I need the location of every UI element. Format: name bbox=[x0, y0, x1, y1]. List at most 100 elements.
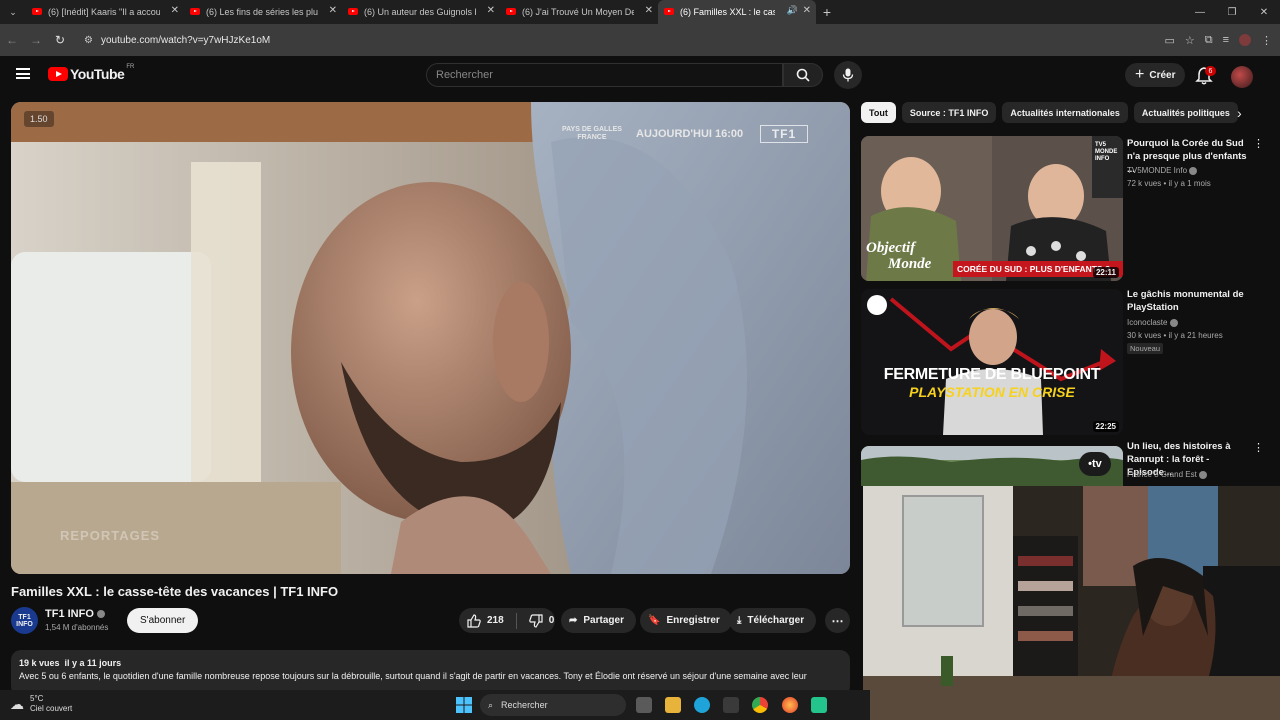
chip-all[interactable]: Tout bbox=[861, 102, 896, 123]
reportages-watermark: REPORTAGES bbox=[60, 528, 161, 543]
download-button[interactable]: ⤓ Télécharger bbox=[729, 608, 817, 633]
share-button[interactable]: ➦ Partager bbox=[561, 608, 636, 633]
cloud-icon: ☁ bbox=[10, 696, 24, 712]
url-text: youtube.com/watch?v=y7wHJzKe1oM bbox=[100, 34, 271, 46]
logo-text: YouTube bbox=[70, 66, 125, 82]
related-thumbnail[interactable]: FERMETURE DE BLUEPOINT PLAYSTATION EN CR… bbox=[861, 289, 1123, 435]
bookmark-star-icon[interactable]: ☆ bbox=[1185, 34, 1195, 47]
related-menu-icon[interactable]: ⋮ bbox=[1253, 137, 1264, 150]
close-tab-icon[interactable]: ✕ bbox=[329, 5, 337, 16]
subscribe-button[interactable]: S'abonner bbox=[127, 608, 199, 633]
chrome-icon[interactable] bbox=[752, 697, 768, 713]
minimize-icon[interactable]: — bbox=[1184, 7, 1216, 18]
speaker-icon[interactable]: 🔊 bbox=[787, 5, 798, 16]
youtube-favicon-icon bbox=[32, 8, 42, 15]
temperature: 5°C bbox=[30, 694, 44, 703]
browser-tab[interactable]: (6) Un auteur des Guignols bala ✕ bbox=[342, 0, 500, 24]
youtube-favicon-icon bbox=[348, 8, 358, 15]
chip-source[interactable]: Source : TF1 INFO bbox=[901, 102, 997, 123]
cast-icon[interactable]: ▭ bbox=[1164, 34, 1174, 47]
duration-badge: 22:25 bbox=[1092, 421, 1119, 432]
related-channel[interactable]: Iconoclaste bbox=[1127, 316, 1178, 329]
site-info-icon[interactable]: ⚙ bbox=[84, 35, 93, 46]
broadcast-time: AUJOURD'HUI 16:00 bbox=[636, 128, 744, 140]
close-tab-icon[interactable]: ✕ bbox=[803, 5, 811, 16]
like-count[interactable]: 218 bbox=[487, 615, 504, 626]
menu-hamburger-icon[interactable] bbox=[16, 68, 30, 79]
maximize-icon[interactable]: ❐ bbox=[1216, 7, 1248, 18]
browser-menu-icon[interactable]: ⋮ bbox=[1261, 34, 1272, 47]
subscriber-count: 1,54 M d'abonnés bbox=[45, 623, 109, 632]
divider bbox=[515, 612, 517, 629]
channel-avatar[interactable]: TF1 INFO bbox=[11, 607, 38, 634]
browser-tab[interactable]: (6) [Inédit] Kaaris "Il a accouché ✕ bbox=[26, 0, 184, 24]
create-button[interactable]: + Créer bbox=[1125, 63, 1186, 87]
thumbnail-subheadline: PLAYSTATION EN CRISE bbox=[909, 384, 1075, 400]
forward-icon[interactable]: → bbox=[24, 33, 48, 47]
playback-speed-overlay: 1.50 bbox=[24, 111, 54, 127]
related-channel-name: France 3 Grand Est bbox=[1127, 470, 1197, 479]
close-tab-icon[interactable]: ✕ bbox=[487, 5, 495, 16]
weather-widget[interactable]: ☁ 5°C Ciel couvert bbox=[10, 694, 72, 714]
weather-text: 5°C Ciel couvert bbox=[30, 694, 72, 714]
windows-start-icon[interactable] bbox=[456, 697, 472, 713]
browser-tab-active[interactable]: (6) Familles XXL : le casse-tê 🔊 ✕ bbox=[658, 0, 816, 24]
save-label: Enregistrer bbox=[666, 615, 720, 626]
back-icon[interactable]: ← bbox=[0, 33, 24, 47]
chip-political-news[interactable]: Actualités politiques bbox=[1133, 102, 1238, 123]
youtube-favicon-icon bbox=[506, 8, 516, 15]
tv5-logo: TV5 MONDE INFO bbox=[1095, 142, 1118, 162]
notification-badge: 6 bbox=[1205, 66, 1216, 76]
account-avatar[interactable] bbox=[1231, 66, 1253, 88]
related-title[interactable]: Le gâchis monumental de PlayStation bbox=[1127, 288, 1247, 314]
broadcast-tag: PAYS DE GALLES FRANCE bbox=[562, 126, 622, 142]
related-channel[interactable]: TV5MONDE Info bbox=[1127, 164, 1198, 177]
filter-chips: Tout Source : TF1 INFO Actualités intern… bbox=[861, 102, 1238, 123]
search-icon bbox=[796, 68, 810, 82]
related-thumbnail[interactable]: Objectif Monde CORÉE DU SUD : PLUS D'ENFA… bbox=[861, 136, 1123, 281]
close-tab-icon[interactable]: ✕ bbox=[645, 5, 653, 16]
task-view-icon[interactable] bbox=[636, 697, 652, 713]
url-field[interactable]: ⚙ youtube.com/watch?v=y7wHJzKe1oM bbox=[76, 29, 1096, 51]
channel-name[interactable]: TF1 INFO bbox=[45, 608, 105, 620]
description-text: Avec 5 ou 6 enfants, le quotidien d'une … bbox=[19, 671, 807, 681]
media-control-icon[interactable]: ≡ bbox=[1223, 34, 1229, 46]
browser-tab[interactable]: (6) J'ai Trouvé Un Moyen De Re ✕ bbox=[500, 0, 658, 24]
window-controls: — ❐ ✕ bbox=[1184, 0, 1280, 24]
chevron-right-icon[interactable]: › bbox=[1237, 105, 1253, 121]
related-menu-icon[interactable]: ⋮ bbox=[1253, 441, 1264, 454]
upload-date: il y a 11 jours bbox=[64, 658, 122, 668]
save-button[interactable]: 🔖 Enregistrer bbox=[640, 608, 732, 633]
youtube-logo[interactable]: YouTube FR bbox=[48, 64, 134, 82]
chip-international-news[interactable]: Actualités internationales bbox=[1002, 102, 1128, 123]
broadcast-tag-line1: PAYS DE GALLES bbox=[562, 126, 622, 133]
video-player[interactable] bbox=[11, 102, 850, 574]
channel-name-text: TF1 INFO bbox=[45, 608, 94, 620]
voice-search-button[interactable] bbox=[834, 61, 862, 89]
related-channel[interactable]: France 3 Grand Est bbox=[1127, 468, 1208, 481]
taskbar-search[interactable]: ⌕ Rechercher bbox=[480, 694, 626, 716]
profile-icon[interactable] bbox=[1239, 34, 1251, 46]
extensions-icon[interactable]: ⧉ bbox=[1205, 34, 1213, 47]
app-icon[interactable] bbox=[811, 697, 827, 713]
close-tab-icon[interactable]: ✕ bbox=[171, 5, 179, 16]
tab-title: (6) J'ai Trouvé Un Moyen De Re bbox=[522, 7, 634, 17]
file-explorer-icon[interactable] bbox=[665, 697, 681, 713]
more-actions-button[interactable]: ⋯ bbox=[825, 608, 850, 633]
related-thumbnail[interactable]: •tv bbox=[861, 446, 1123, 486]
new-tab-button[interactable]: + bbox=[816, 4, 838, 20]
verified-icon bbox=[1199, 470, 1208, 479]
verified-icon bbox=[96, 610, 105, 619]
search-button[interactable] bbox=[783, 63, 823, 87]
store-icon[interactable] bbox=[723, 697, 739, 713]
verified-icon bbox=[1169, 318, 1178, 327]
edge-icon[interactable] bbox=[694, 697, 710, 713]
tab-title: (6) Familles XXL : le casse-tê bbox=[680, 7, 775, 17]
browser-tab[interactable]: (6) Les fins de séries les plus W ✕ bbox=[184, 0, 342, 24]
firefox-icon[interactable] bbox=[782, 697, 798, 713]
close-window-icon[interactable]: ✕ bbox=[1248, 7, 1280, 18]
dislike-count[interactable]: 0 bbox=[549, 615, 555, 626]
reload-icon[interactable]: ↻ bbox=[48, 33, 72, 47]
tab-search-icon[interactable]: ⌄ bbox=[0, 0, 26, 24]
search-input[interactable]: Rechercher bbox=[426, 63, 783, 87]
